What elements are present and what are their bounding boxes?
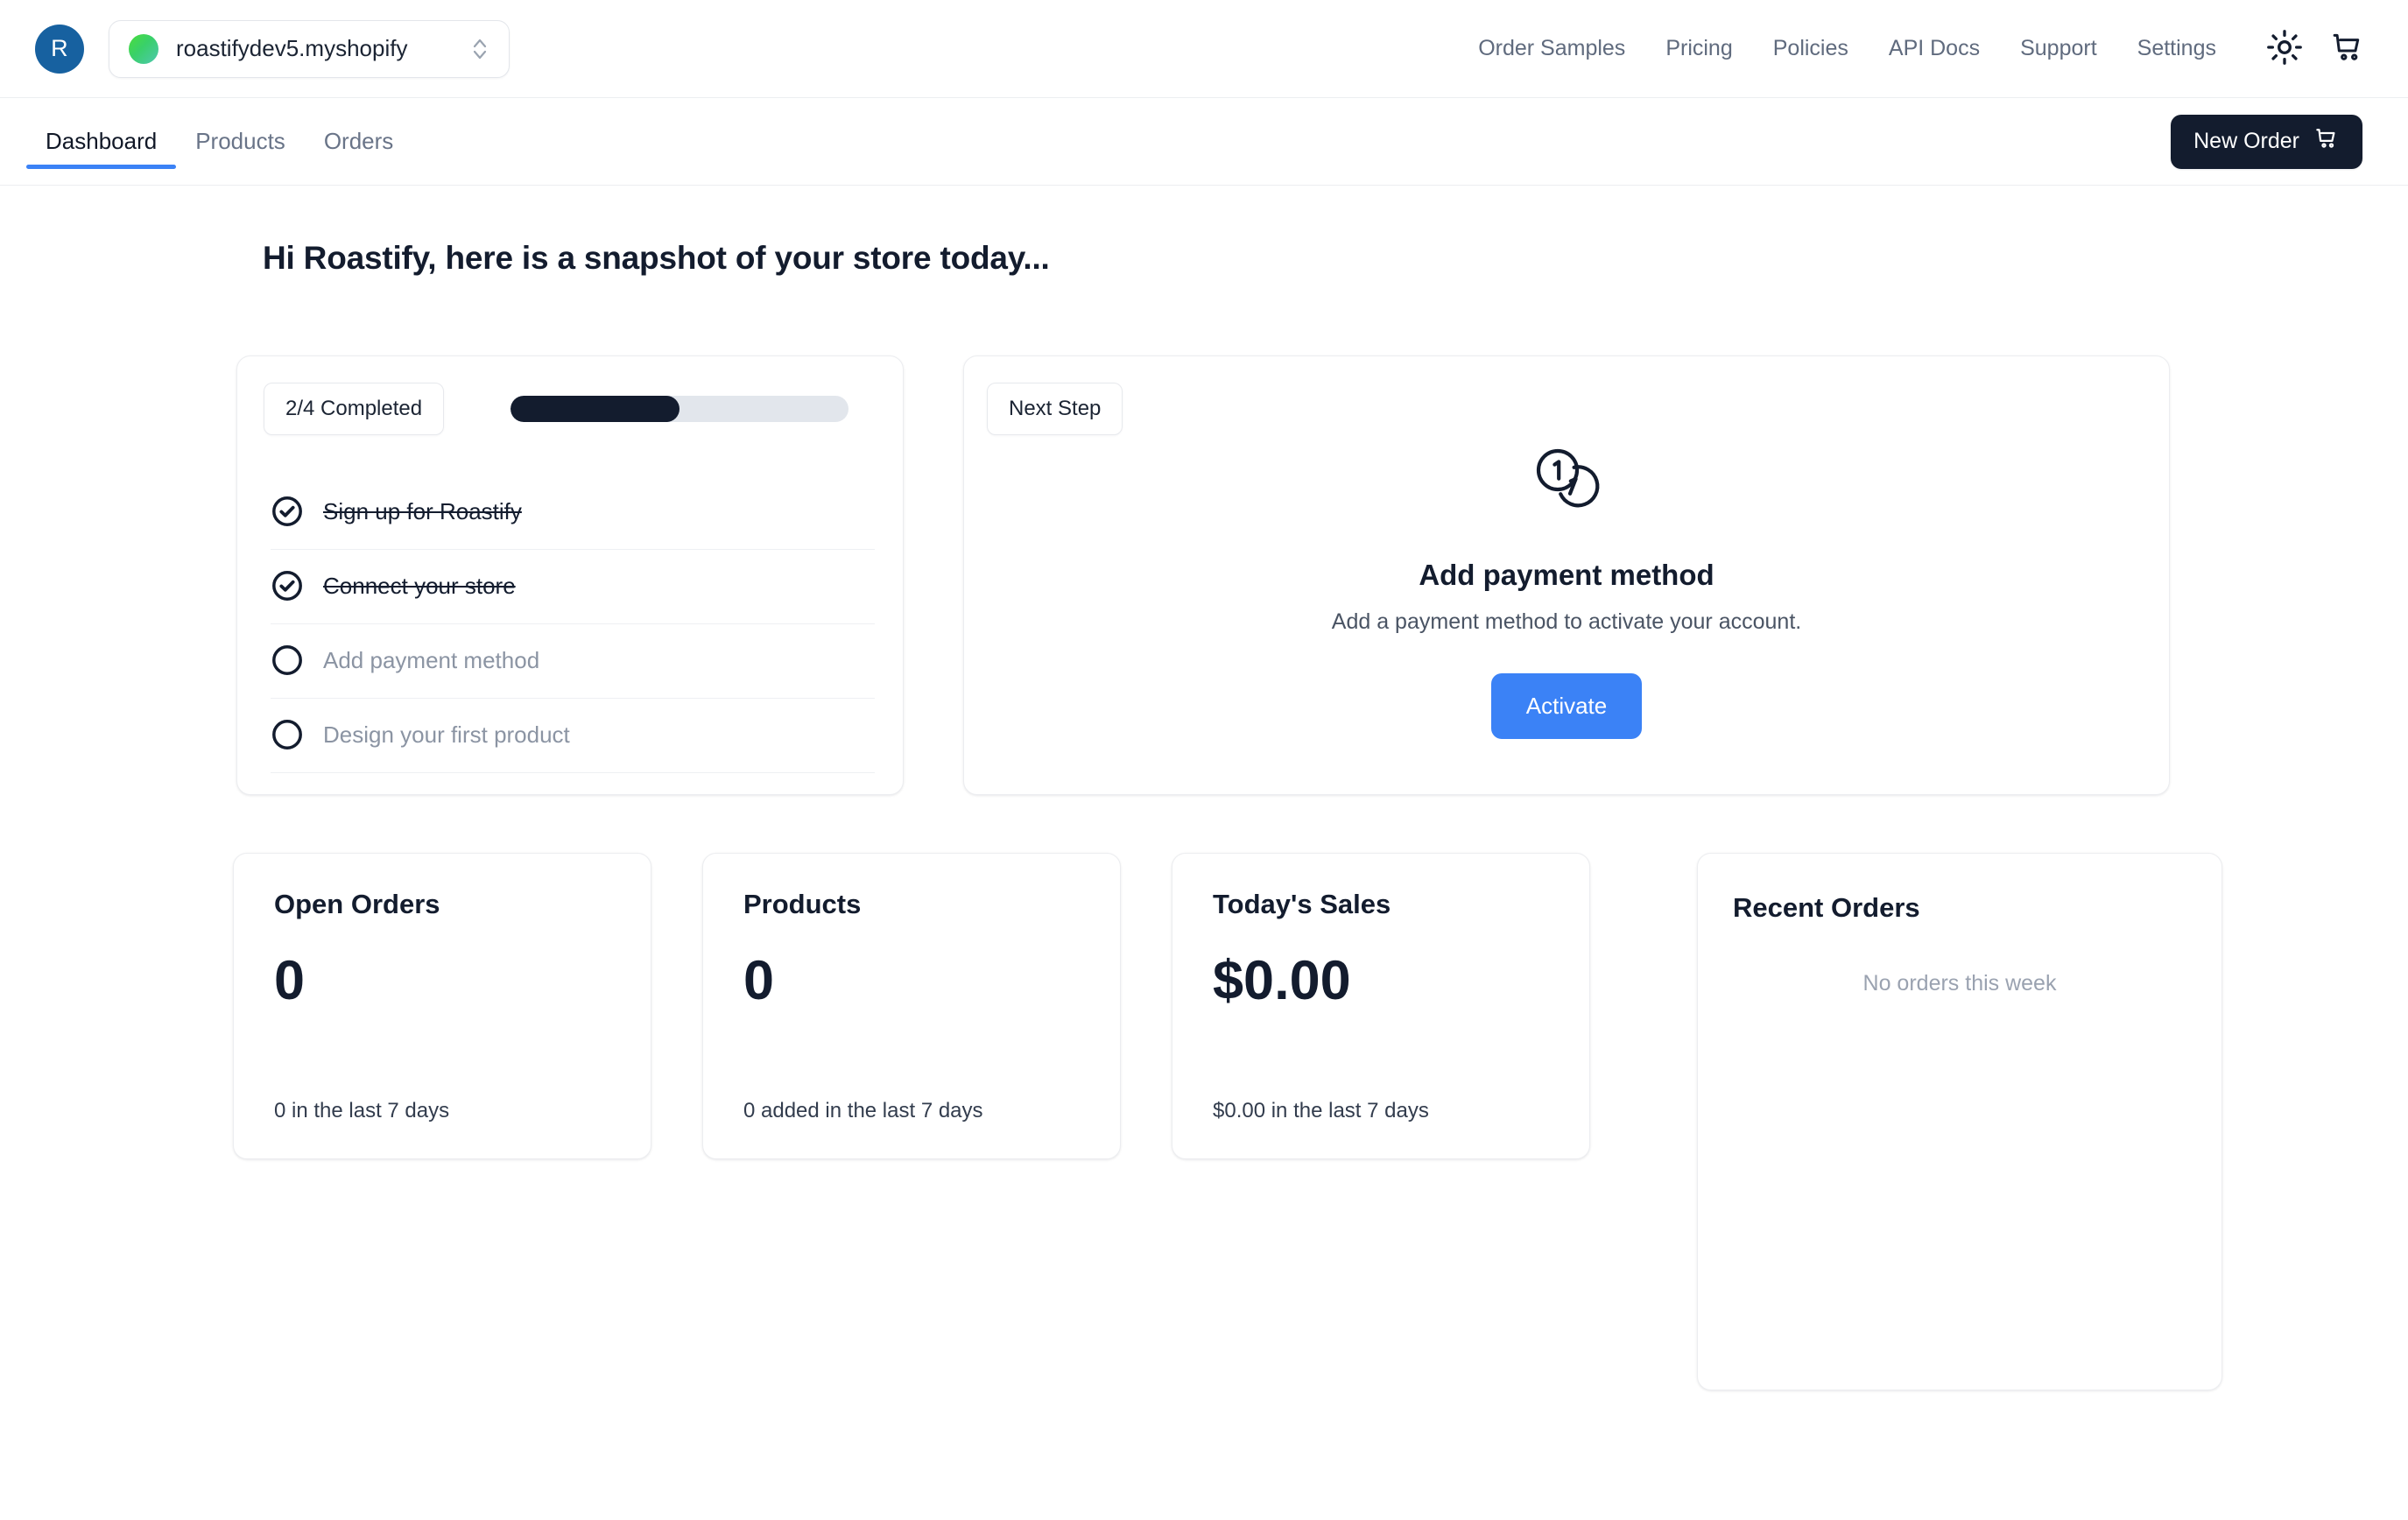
new-order-button-label: New Order: [2193, 129, 2299, 153]
next-step-title: Add payment method: [1419, 558, 1714, 591]
stat-subtext: 0 added in the last 7 days: [743, 1099, 983, 1122]
nav-item-settings[interactable]: Settings: [2117, 36, 2236, 61]
stat-value: 0: [274, 950, 306, 1011]
page-title: Hi Roastify, here is a snapshot of your …: [263, 240, 1050, 276]
shopping-cart-icon: [2329, 29, 2366, 68]
sun-icon: [2266, 29, 2303, 68]
stat-subtext: 0 in the last 7 days: [274, 1099, 450, 1122]
nav-item-policies[interactable]: Policies: [1753, 36, 1869, 61]
stat-card-open-orders: Open Orders 0 0 in the last 7 days: [233, 853, 651, 1159]
tab-dashboard[interactable]: Dashboard: [26, 98, 177, 185]
new-order-button[interactable]: New Order: [2171, 114, 2362, 169]
theme-toggle-button[interactable]: [2259, 24, 2310, 74]
recent-orders-empty-message: No orders this week: [1862, 971, 2057, 996]
avatar[interactable]: R: [35, 24, 84, 74]
next-step-badge: Next Step: [987, 383, 1123, 435]
store-name-label: roastifydev5.myshopify: [176, 35, 408, 61]
checklist-item-label: Connect your store: [323, 572, 516, 599]
checklist-item-label: Design your first product: [323, 721, 570, 748]
activate-button[interactable]: Activate: [1490, 672, 1643, 739]
checklist-item-label: Sign up for Roastify: [323, 497, 522, 524]
completed-badge: 2/4 Completed: [264, 383, 445, 435]
stat-subtext: $0.00 in the last 7 days: [1213, 1099, 1429, 1122]
nav-item-api-docs[interactable]: API Docs: [1869, 36, 2000, 61]
primary-nav: Order Samples Pricing Policies API Docs …: [1458, 24, 2373, 74]
top-bar: R roastifydev5.myshopify Order Samples P…: [0, 0, 2408, 98]
top-cards-row: 2/4 Completed Sign up for Roastify Conne…: [236, 355, 2408, 795]
nav-item-support[interactable]: Support: [2000, 36, 2117, 61]
recent-orders-card: Recent Orders No orders this week: [1697, 853, 2222, 1390]
stat-value: $0.00: [1213, 950, 1351, 1011]
recent-orders-title: Recent Orders: [1733, 892, 1920, 923]
tab-list: Dashboard Products Orders: [26, 98, 412, 185]
checklist-item-label: Add payment method: [323, 646, 540, 673]
nav-item-order-samples[interactable]: Order Samples: [1458, 36, 1645, 61]
checklist-item-design-first-product[interactable]: Design your first product: [271, 699, 875, 773]
chevron-up-down-icon: [468, 34, 491, 64]
tab-orders[interactable]: Orders: [305, 98, 412, 185]
check-circle-filled-icon: [271, 569, 304, 602]
circle-empty-icon: [271, 718, 304, 751]
stat-card-todays-sales: Today's Sales $0.00 $0.00 in the last 7 …: [1172, 853, 1590, 1159]
next-step-subtitle: Add a payment method to activate your ac…: [1331, 609, 1802, 634]
shopping-cart-icon: [2313, 125, 2340, 158]
onboarding-progress-bar: [510, 396, 848, 422]
stat-card-products: Products 0 0 added in the last 7 days: [702, 853, 1121, 1159]
checklist-header: 2/4 Completed: [260, 383, 880, 435]
next-step-body: Add payment method Add a payment method …: [987, 435, 2146, 771]
circle-empty-icon: [271, 644, 304, 677]
online-status-dot: [129, 33, 158, 64]
stat-value: 0: [743, 950, 775, 1011]
tab-products[interactable]: Products: [176, 98, 305, 185]
stat-title: Today's Sales: [1213, 889, 1391, 919]
store-selector[interactable]: roastifydev5.myshopify: [109, 19, 510, 78]
checklist-items: Sign up for Roastify Connect your store: [260, 475, 880, 773]
tab-bar: Dashboard Products Orders New Order: [0, 98, 2408, 186]
main-content: Hi Roastify, here is a snapshot of your …: [0, 186, 2408, 1390]
coins-icon: [1524, 439, 1609, 527]
cart-button[interactable]: [2322, 24, 2373, 74]
stat-title: Open Orders: [274, 889, 440, 919]
checklist-item-signup[interactable]: Sign up for Roastify: [271, 475, 875, 550]
stat-title: Products: [743, 889, 862, 919]
checklist-item-connect-store[interactable]: Connect your store: [271, 550, 875, 624]
checklist-item-add-payment-method[interactable]: Add payment method: [271, 624, 875, 699]
next-step-card: Next Step Add payment method Add a payme…: [963, 355, 2170, 795]
stats-row: Open Orders 0 0 in the last 7 days Produ…: [233, 853, 2408, 1390]
check-circle-filled-icon: [271, 495, 304, 528]
nav-item-pricing[interactable]: Pricing: [1645, 36, 1752, 61]
onboarding-progress-fill: [510, 396, 680, 422]
onboarding-checklist-card: 2/4 Completed Sign up for Roastify Conne…: [236, 355, 904, 795]
